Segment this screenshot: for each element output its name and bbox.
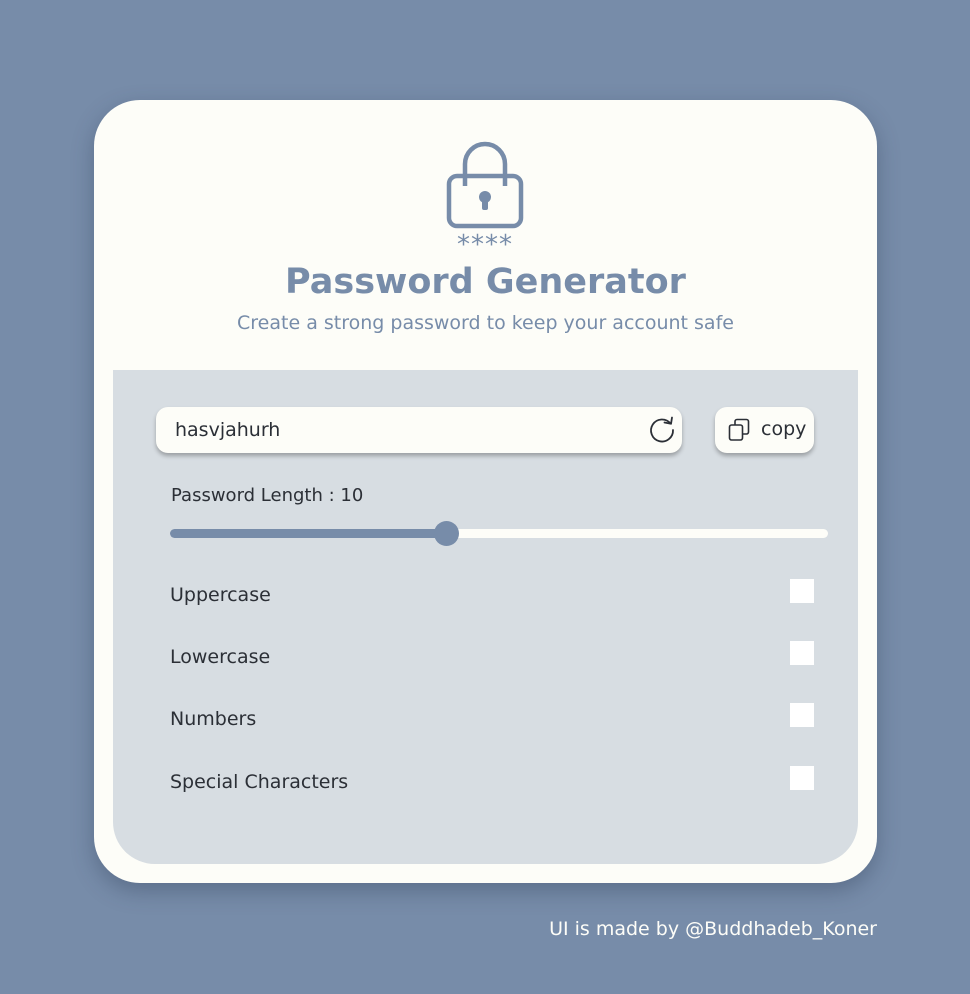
page-subtitle: Create a strong password to keep your ac… — [237, 312, 734, 334]
password-length-label: Password Length : 10 — [171, 485, 363, 506]
copy-icon — [728, 418, 750, 441]
checkbox-special-characters[interactable] — [790, 766, 814, 790]
password-value: hasvjahurh — [175, 419, 281, 441]
checkbox-numbers[interactable] — [790, 703, 814, 727]
checkbox-uppercase[interactable] — [790, 579, 814, 603]
option-label-lowercase: Lowercase — [170, 646, 271, 668]
length-slider-track[interactable] — [170, 529, 828, 538]
option-label-special-characters: Special Characters — [170, 771, 349, 793]
password-length-text: Password Length : — [171, 485, 341, 506]
page-title: Password Generator — [285, 262, 686, 302]
password-length-value: 10 — [340, 485, 364, 506]
option-label-numbers: Numbers — [170, 708, 257, 730]
footer-credit: UI is made by @Buddhadeb_Koner — [549, 918, 877, 940]
option-label-uppercase: Uppercase — [170, 584, 271, 606]
password-stars: **** — [457, 230, 513, 260]
length-slider-thumb[interactable] — [433, 521, 459, 546]
length-slider-fill — [170, 529, 447, 538]
checkbox-lowercase[interactable] — [790, 641, 814, 665]
copy-button-label: copy — [761, 418, 807, 440]
refresh-icon[interactable] — [648, 416, 676, 444]
lock-icon — [446, 141, 524, 229]
